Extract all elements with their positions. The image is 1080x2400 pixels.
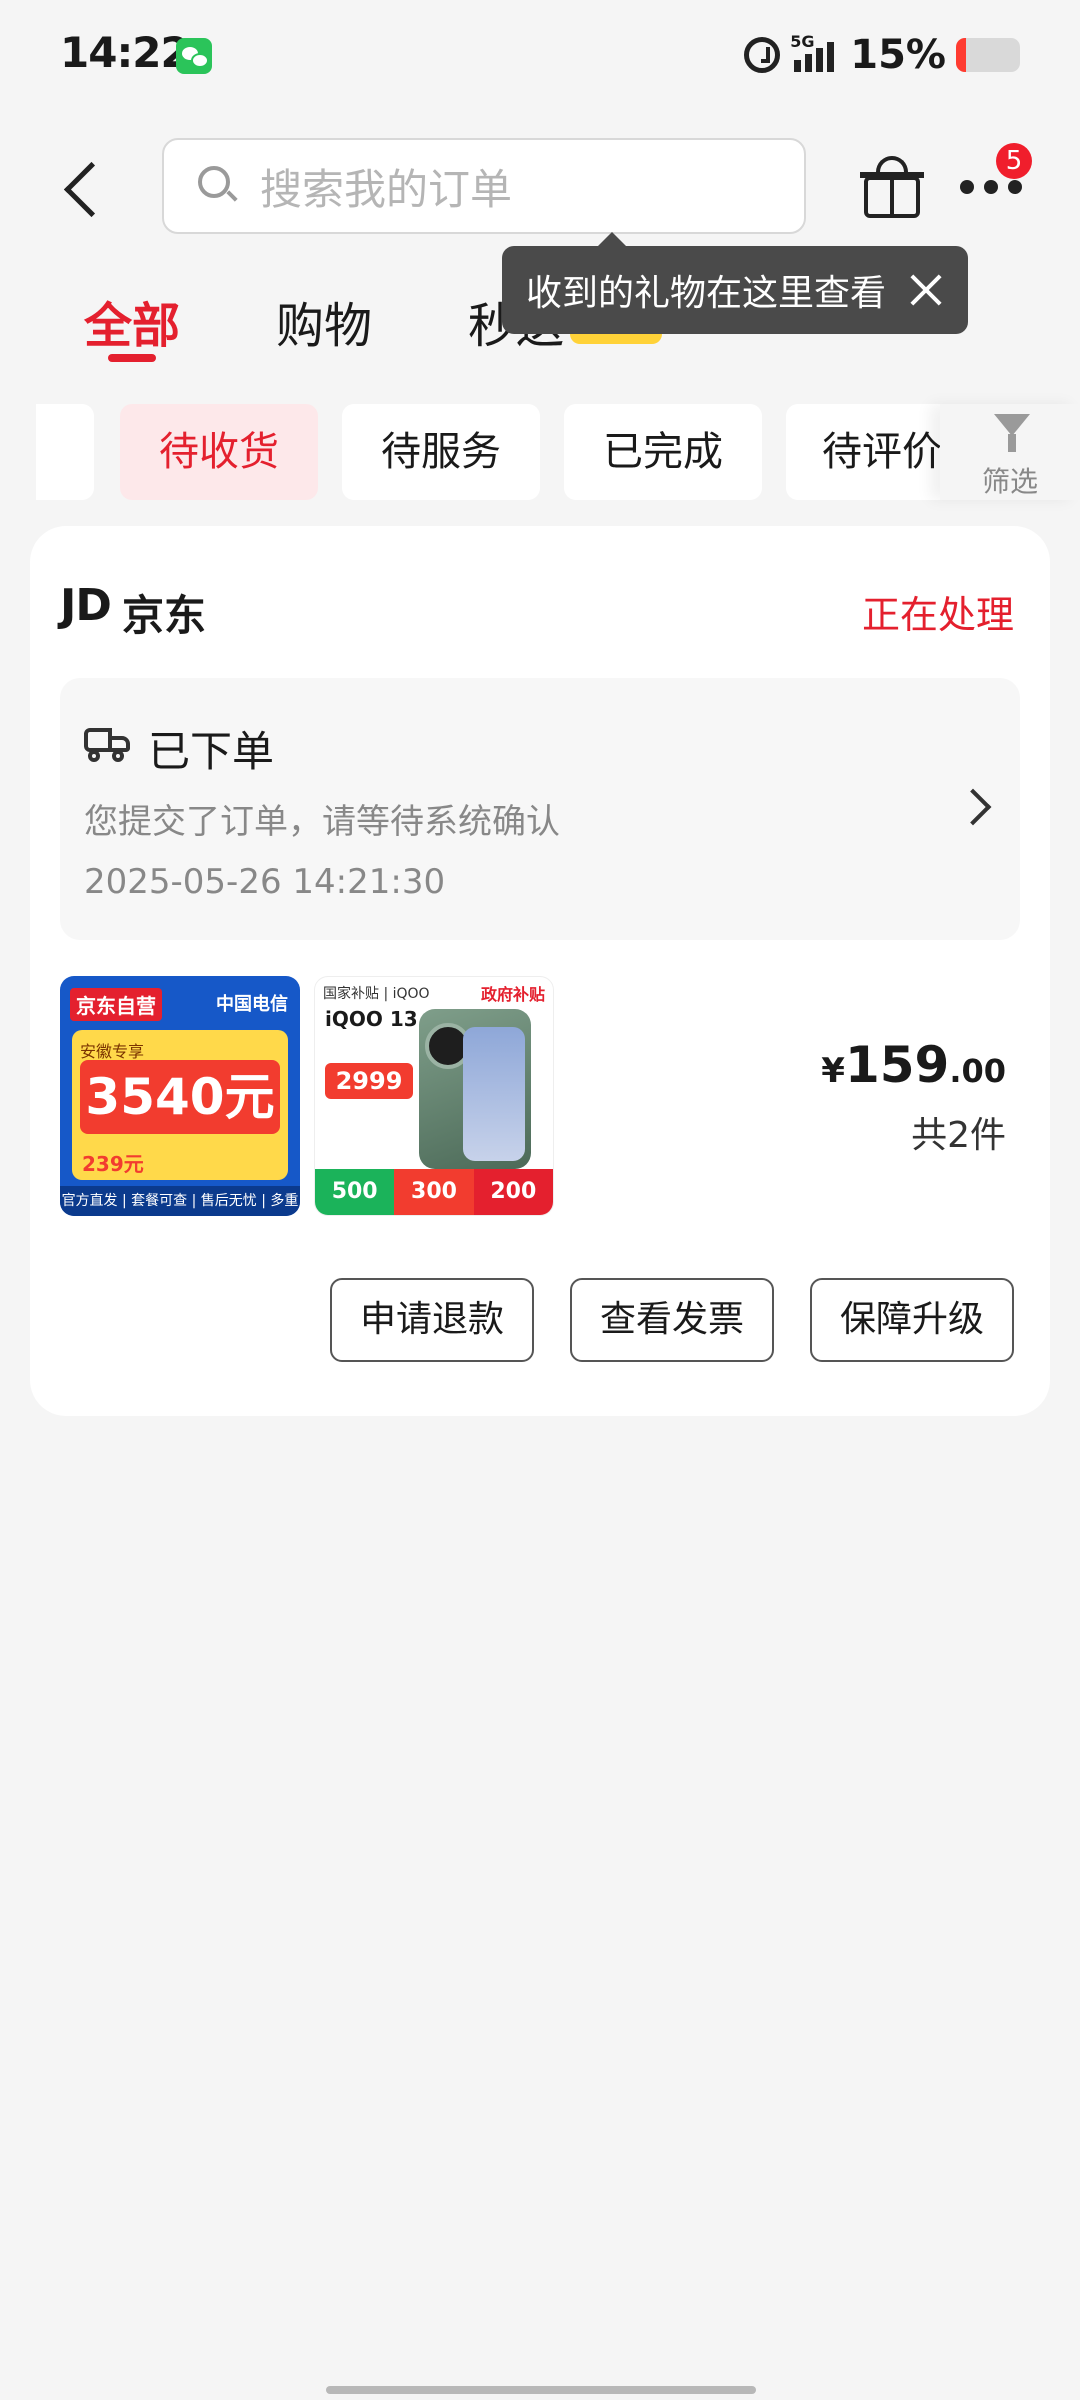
status-time: 14:22 <box>60 28 190 77</box>
chevron-right-icon[interactable] <box>954 788 992 826</box>
progress-description: 您提交了订单，请等待系统确认 <box>84 802 560 842</box>
close-icon[interactable] <box>908 272 944 308</box>
gift-tooltip: 收到的礼物在这里查看 <box>502 232 968 334</box>
thumb2-footer-3: 200 <box>473 1169 553 1215</box>
price-integer: 159 <box>844 1036 950 1094</box>
truck-icon <box>84 724 130 762</box>
tooltip-text: 收到的礼物在这里查看 <box>526 273 887 314</box>
chip-completed[interactable]: 已完成 <box>564 404 762 500</box>
item-count: 共2件 <box>911 1115 1006 1156</box>
store-name[interactable]: 京东 <box>122 582 206 643</box>
status-icons: 5G 15% <box>744 30 1020 80</box>
battery-icon <box>956 38 1020 72</box>
filter-label: 筛选 <box>981 465 1038 498</box>
chip-to-receive[interactable]: 待收货 <box>120 404 318 500</box>
view-invoice-button[interactable]: 查看发票 <box>570 1278 774 1362</box>
alarm-icon <box>744 37 781 73</box>
battery-percent: 15% <box>850 32 946 78</box>
thumb1-footer: 官方直发 | 套餐可查 | 售后无忧 | 多重福利 <box>60 1186 300 1216</box>
wechat-icon <box>176 38 212 74</box>
product-thumbnail-telecom[interactable]: 京东自营 中国电信 安徽专享 3540元 239元 官方直发 | 套餐可查 | … <box>60 976 300 1216</box>
thumb2-footer-1: 500 <box>315 1169 395 1215</box>
gift-icon[interactable] <box>860 154 924 218</box>
jd-logo: JD <box>60 580 112 631</box>
progress-title: 已下单 <box>148 727 275 776</box>
order-card[interactable]: JD 京东 正在处理 已下单 您提交了订单，请等待系统确认 2025-05-26… <box>30 526 1050 1416</box>
active-tab-indicator <box>108 354 156 362</box>
home-indicator[interactable] <box>326 2386 756 2394</box>
thumb2-model: iQOO 13 <box>325 1007 418 1031</box>
tab-all[interactable]: 全部 <box>84 286 180 356</box>
thumb1-price-tag: 239元 <box>82 1152 144 1176</box>
thumb1-jd-label: 京东自营 <box>70 988 162 1021</box>
chip-refund[interactable]: 款 <box>36 404 94 500</box>
price-decimal: .00 <box>949 1052 1006 1090</box>
filter-icon <box>994 414 1030 454</box>
phone-image <box>419 1009 531 1169</box>
thumb2-brand: 政府补贴 <box>480 985 545 1004</box>
thumb1-small: 安徽专享 <box>80 1042 145 1061</box>
tab-shopping[interactable]: 购物 <box>276 286 372 356</box>
order-progress[interactable]: 已下单 您提交了订单，请等待系统确认 2025-05-26 14:21:30 <box>60 678 1020 940</box>
more-icon[interactable] <box>960 178 1022 198</box>
order-status: 正在处理 <box>861 593 1014 637</box>
refund-button[interactable]: 申请退款 <box>330 1278 534 1362</box>
thumb2-footer-2: 300 <box>394 1169 474 1215</box>
chip-to-review[interactable]: 待评价 <box>786 404 940 500</box>
search-placeholder: 搜索我的订单 <box>260 164 513 214</box>
header: 搜索我的订单 5 <box>0 138 1080 238</box>
upgrade-protection-button[interactable]: 保障升级 <box>810 1278 1014 1362</box>
search-icon <box>198 166 238 206</box>
notification-badge: 5 <box>996 143 1032 179</box>
thumb2-price: 2999 <box>325 1063 413 1099</box>
status-bar: 14:22 5G 15% <box>0 0 1080 110</box>
progress-time: 2025-05-26 14:21:30 <box>84 862 446 902</box>
status-chips: 款 待收货 待服务 已完成 待评价 <box>36 404 940 500</box>
thumb2-head: 国家补贴 | iQOO <box>323 986 430 1002</box>
thumb1-telecom-label: 中国电信 <box>216 994 288 1015</box>
price-currency: ¥ <box>821 1051 845 1091</box>
search-input[interactable]: 搜索我的订单 <box>162 138 806 234</box>
thumb1-big: 3540元 <box>80 1060 280 1134</box>
signal-icon: 5G <box>790 32 835 72</box>
order-price: ¥159.00 <box>821 1036 1006 1094</box>
chip-to-service[interactable]: 待服务 <box>342 404 540 500</box>
product-thumbnail-iqoo[interactable]: 国家补贴 | iQOO 政府补贴 iQOO 13 2999 500 300 20… <box>314 976 554 1216</box>
network-label: 5G <box>790 32 815 51</box>
filter-button[interactable]: 筛选 <box>940 404 1080 500</box>
back-arrow-icon[interactable] <box>58 158 112 222</box>
